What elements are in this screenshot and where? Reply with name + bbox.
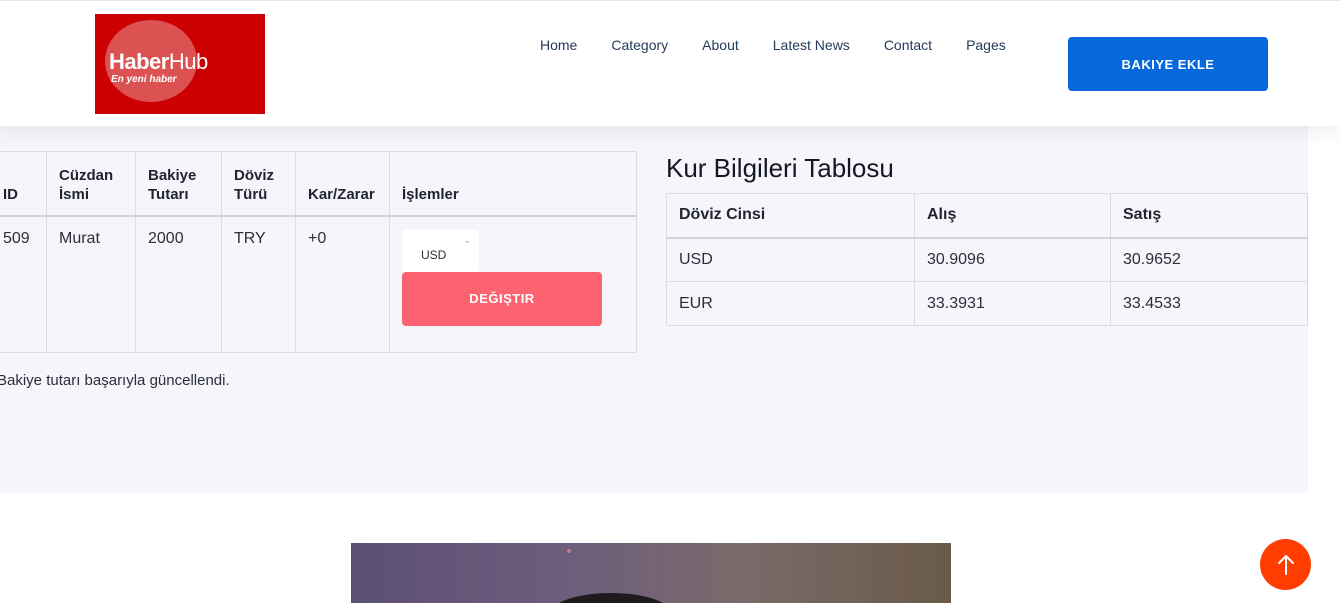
rates-title: Kur Bilgileri Tablosu: [666, 153, 894, 183]
rate-buy: 30.9096: [914, 237, 1111, 282]
rates-col-sell: Satış: [1110, 193, 1308, 238]
col-header-balance: Bakiye Tutarı: [135, 151, 222, 216]
article-image: [351, 543, 951, 603]
col-header-profit-loss: Kar/Zarar: [295, 151, 390, 216]
rates-col-currency: Döviz Cinsi: [666, 193, 915, 238]
cell-profit-loss: +0: [295, 215, 390, 353]
cell-id: 509: [0, 215, 47, 353]
rate-sell: 30.9652: [1110, 237, 1308, 282]
rate-buy: 33.3931: [914, 281, 1111, 326]
arrow-up-icon: [1277, 554, 1294, 575]
logo[interactable]: HaberHub En yeni haber: [95, 14, 265, 114]
content-panel: ID Cüzdan İsmi Bakiye Tutarı Döviz Türü …: [0, 126, 1308, 493]
rates-header-row: Döviz Cinsi Alış Satış: [666, 193, 1308, 238]
cell-wallet-name: Murat: [46, 215, 136, 353]
table-row: USD 30.9096 30.9652: [666, 237, 1308, 282]
change-currency-button[interactable]: DEĞIŞTIR: [402, 271, 602, 326]
cell-balance: 2000: [135, 215, 222, 353]
image-dark-shape: [551, 593, 671, 603]
scroll-top-button[interactable]: [1260, 539, 1311, 590]
chevron-down-icon: ˇ: [465, 239, 469, 252]
table-header-row: ID Cüzdan İsmi Bakiye Tutarı Döviz Türü …: [0, 151, 637, 216]
cell-actions: USD ˇ DEĞIŞTIR: [389, 215, 637, 353]
rate-sell: 33.4533: [1110, 281, 1308, 326]
rates-table: Döviz Cinsi Alış Satış USD 30.9096 30.96…: [666, 193, 1308, 326]
nav-category[interactable]: Category: [611, 37, 668, 53]
nav-contact[interactable]: Contact: [884, 37, 932, 53]
rate-currency: USD: [666, 237, 915, 282]
col-header-currency-type: Döviz Türü: [221, 151, 296, 216]
status-message: Bakiye tutarı başarıyla güncellendi.: [0, 372, 230, 389]
col-header-wallet-name: Cüzdan İsmi: [46, 151, 136, 216]
cell-currency-type: TRY: [221, 215, 296, 353]
currency-select[interactable]: USD ˇ: [402, 229, 479, 272]
nav-pages[interactable]: Pages: [966, 37, 1006, 53]
main-nav: Home Category About Latest News Contact …: [540, 37, 1040, 53]
col-header-id: ID: [0, 151, 47, 216]
add-balance-button[interactable]: BAKIYE EKLE: [1068, 37, 1268, 91]
nav-about[interactable]: About: [702, 37, 739, 53]
rates-col-buy: Alış: [914, 193, 1111, 238]
table-row: 509 Murat 2000 TRY +0 USD ˇ DEĞIŞTIR: [0, 215, 637, 353]
wallet-table: ID Cüzdan İsmi Bakiye Tutarı Döviz Türü …: [0, 151, 637, 353]
rate-currency: EUR: [666, 281, 915, 326]
col-header-actions: İşlemler: [389, 151, 637, 216]
nav-home[interactable]: Home: [540, 37, 577, 53]
image-detail: [567, 549, 571, 553]
nav-latest-news[interactable]: Latest News: [773, 37, 850, 53]
logo-wordmark: HaberHub: [109, 49, 208, 74]
table-row: EUR 33.3931 33.4533: [666, 281, 1308, 326]
site-header: HaberHub En yeni haber Home Category Abo…: [0, 0, 1340, 126]
logo-tagline: En yeni haber: [111, 74, 177, 85]
currency-select-value: USD: [421, 247, 447, 262]
